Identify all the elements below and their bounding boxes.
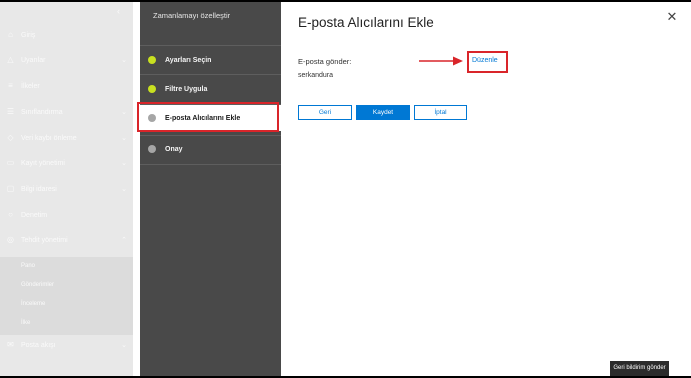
wizard-step-label: Filtre Uygula [165, 85, 208, 93]
nav-subitem-label: Gönderimler [21, 282, 55, 288]
nav-item-home[interactable]: ⌂ Giriş [0, 25, 133, 45]
wizard-step-confirm[interactable]: Onay [140, 136, 281, 162]
save-button[interactable]: Kaydet [356, 105, 410, 120]
annotation-arrow [419, 56, 463, 66]
nav-subitem-label: İncelemе [21, 301, 46, 307]
highlight-box-edit [467, 51, 508, 73]
page-title: E-posta Alıcılarını Ekle [298, 15, 434, 30]
nav-item-alerts[interactable]: △ Uyarılar ⌄ [0, 50, 133, 70]
divider [140, 164, 281, 165]
nav-item-label: Giriş [21, 31, 36, 39]
alert-icon: △ [7, 55, 14, 64]
wizard-step-choose-settings[interactable]: Ayarları Seçin [140, 47, 281, 73]
collapse-nav-icon[interactable]: ‹ [117, 6, 120, 16]
nav-item-label: Kayıt yönetimi [21, 159, 65, 167]
nav-item-policies[interactable]: ≡ İlkeler [0, 76, 133, 96]
mail-icon: ✉ [7, 340, 14, 349]
nav-item-label: Veri kaybı önleme [21, 134, 77, 142]
step-pending-icon [148, 145, 156, 153]
left-navigation: ‹ ⌂ Giriş △ Uyarılar ⌄ ≡ İlkeler ☰ Sınıf… [0, 2, 133, 376]
nav-subitem-label: Pano [21, 263, 36, 269]
chevron-down-icon: ⌄ [121, 135, 127, 142]
wizard-step-apply-filter[interactable]: Filtre Uygula [140, 76, 281, 102]
chevron-up-icon: ⌃ [121, 237, 127, 244]
step-complete-icon [148, 85, 156, 93]
nav-item-governance[interactable]: ▢ Bilgi idaresi ⌄ [0, 179, 133, 199]
nav-item-label: Denetim [21, 211, 48, 219]
nav-subitem-dashboard[interactable]: Pano [0, 256, 154, 276]
highlight-box-step [137, 102, 279, 132]
search-icon: ○ [8, 210, 13, 219]
app-window: ‹ ⌂ Giriş △ Uyarılar ⌄ ≡ İlkeler ☰ Sınıf… [0, 2, 691, 376]
close-icon[interactable]: ✕ [666, 10, 678, 23]
wizard-step-label: Onay [165, 145, 183, 153]
nav-item-label: İlkeler [21, 82, 40, 90]
nav-item-mail-flow[interactable]: ✉ Posta akışı ⌄ [0, 335, 133, 355]
divider [140, 74, 281, 75]
cancel-button[interactable]: İptal [414, 105, 467, 120]
shield-icon: ◇ [7, 133, 14, 142]
nav-item-dlp[interactable]: ◇ Veri kaybı önleme ⌄ [0, 128, 133, 148]
nav-item-label: Tehdit yönetimi [21, 236, 68, 244]
nav-subitem-policy[interactable]: İlke [0, 313, 154, 333]
recipient-value: serkandura [298, 72, 334, 79]
chevron-down-icon: ⌄ [121, 342, 127, 349]
records-icon: ▭ [6, 158, 15, 167]
back-button[interactable]: Geri [298, 105, 352, 120]
chevron-down-icon: ⌄ [121, 109, 127, 116]
wizard-title: Zamanlamayı özelleştir [153, 11, 231, 20]
nav-subitem-label: İlke [21, 320, 31, 326]
wizard-steps-panel: Zamanlamayı özelleştir Ayarları Seçin Fi… [140, 2, 281, 376]
chevron-down-icon: ⌄ [121, 160, 127, 167]
threat-icon: ◎ [7, 235, 14, 244]
send-feedback-button[interactable]: Geri bildirim gönder [610, 361, 669, 376]
policy-icon: ≡ [8, 81, 13, 90]
divider [140, 45, 281, 46]
nav-subitem-review[interactable]: İncelemе [0, 294, 154, 314]
nav-item-records[interactable]: ▭ Kayıt yönetimi ⌄ [0, 153, 133, 173]
chevron-down-icon: ⌄ [121, 57, 127, 64]
nav-item-label: Uyarılar [21, 56, 46, 64]
nav-subitem-submissions[interactable]: Gönderimler [0, 275, 154, 295]
classification-icon: ☰ [6, 107, 15, 116]
lock-icon: ▢ [6, 184, 15, 193]
nav-item-label: Posta akışı [21, 341, 56, 349]
home-icon: ⌂ [8, 30, 13, 39]
wizard-step-label: Ayarları Seçin [165, 56, 212, 64]
nav-item-label: Sınıflandırma [21, 108, 63, 116]
step-complete-icon [148, 56, 156, 64]
nav-item-threat-management[interactable]: ◎ Tehdit yönetimi ⌃ [0, 230, 133, 250]
chevron-down-icon: ⌄ [121, 186, 127, 193]
nav-item-classification[interactable]: ☰ Sınıflandırma ⌄ [0, 102, 133, 122]
send-email-label: E-posta gönder: [298, 57, 352, 66]
nav-item-audit[interactable]: ○ Denetim [0, 205, 133, 225]
nav-item-label: Bilgi idaresi [21, 185, 57, 193]
